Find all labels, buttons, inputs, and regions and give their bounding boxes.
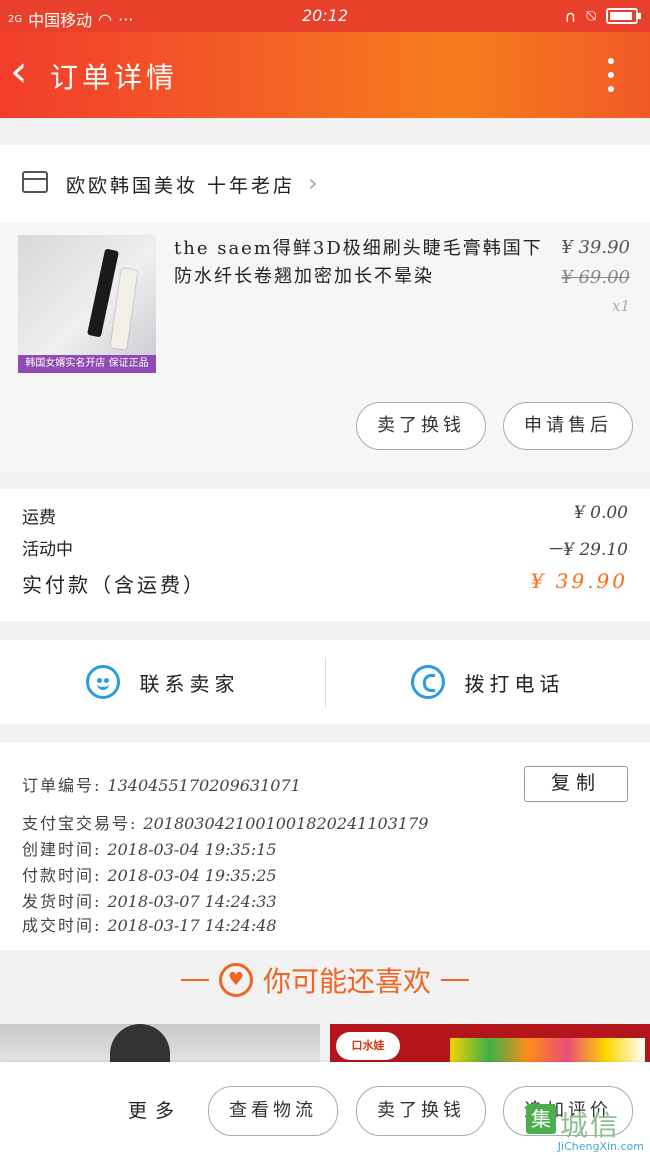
order-info: 订单编号: 1340455170209631071 复制 支付宝交易号: 20180… (0, 742, 650, 950)
heart-icon: ♥ (218, 963, 253, 997)
product-price: ¥ 39.90 (561, 237, 630, 258)
phone-icon (410, 665, 445, 699)
product-thumbnail[interactable]: 韩国女婿实名开店 保证正品 (18, 235, 156, 373)
thumbnail-tag: 韩国女婿实名开店 保证正品 (18, 355, 156, 373)
chevron-right-icon: › (308, 169, 318, 197)
promo-label: 活动中 (22, 540, 73, 560)
paid-time: 付款时间: 2018-03-04 19:35:25 (22, 866, 277, 885)
app-header: ‹ 订单详情 (0, 32, 650, 118)
shipping-label: 运费 (22, 508, 56, 528)
store-icon (22, 171, 48, 193)
order-number: 订单编号: 1340455170209631071 (22, 776, 301, 795)
decor-line-left (180, 979, 209, 981)
recommend-title: 你可能还喜欢 (262, 965, 431, 998)
more-button[interactable]: 更多 (128, 1096, 182, 1123)
done-time: 成交时间: 2018-03-17 14:24:48 (22, 916, 277, 935)
contact-seller-button[interactable]: 联系卖家 (0, 640, 325, 724)
chat-smile-icon (85, 665, 120, 699)
recommend-header: ♥ 你可能还喜欢 (0, 950, 650, 1010)
total-value: ¥ 39.90 (530, 569, 628, 593)
order-item[interactable]: 韩国女婿实名开店 保证正品 the saem得鲜3D极细刷头睫毛膏韩国下防水纤长… (0, 223, 650, 471)
sell-again-button[interactable]: 卖了换钱 (356, 1086, 486, 1136)
mute-icon: ⍉ (586, 6, 596, 25)
watermark-text: 城信 (560, 1109, 621, 1142)
original-price: ¥ 69.00 (561, 267, 630, 288)
contact-bar: 联系卖家 拨打电话 (0, 640, 650, 724)
view-logistics-button[interactable]: 查看物流 (208, 1086, 338, 1136)
shop-row[interactable]: 欧欧韩国美妆 十年老店 › (0, 145, 650, 223)
watermark-logo: 集 (526, 1104, 556, 1134)
alipay-number-value: 2018030421001001820241103179 (143, 814, 429, 833)
page-title: 订单详情 (50, 61, 179, 94)
back-icon[interactable]: ‹ (10, 50, 28, 94)
after-sale-button[interactable]: 申请售后 (503, 402, 633, 450)
shipped-time: 发货时间: 2018-03-07 14:24:33 (22, 892, 277, 911)
headset-icon: ∩ (564, 6, 577, 26)
created-time: 创建时间: 2018-03-04 19:35:15 (22, 840, 277, 859)
mascara-box-image (110, 268, 138, 350)
battery-icon (606, 8, 641, 24)
shop-name: 欧欧韩国美妆 十年老店 (66, 175, 296, 197)
quantity: x1 (611, 297, 630, 315)
status-bar: 2G 中国移动 ◠ ··· 20:12 ∩ ⍉ (0, 0, 650, 32)
more-menu-icon[interactable] (608, 58, 614, 92)
contact-seller-label: 联系卖家 (139, 671, 240, 696)
shipping-value: ¥ 0.00 (573, 503, 628, 523)
watermark-url: JiChengXin.com (557, 1140, 644, 1153)
fee-summary: 运费 ¥ 0.00 活动中 －¥ 29.10 实付款（含运费） ¥ 39.90 (0, 489, 650, 621)
promo-value: －¥ 29.10 (546, 540, 628, 560)
call-button[interactable]: 拨打电话 (325, 640, 650, 724)
order-number-value: 1340455170209631071 (107, 776, 301, 795)
total-label: 实付款（含运费） (22, 573, 206, 597)
watermark: 集 城信 JiChengXin.com (526, 1104, 644, 1153)
copy-button[interactable]: 复制 (524, 766, 628, 802)
sell-button[interactable]: 卖了换钱 (356, 402, 486, 450)
call-label: 拨打电话 (464, 671, 565, 696)
alipay-number: 支付宝交易号: 2018030421001001820241103179 (22, 814, 429, 833)
brand-logo: 口水娃 (336, 1032, 400, 1060)
clock: 20:12 (301, 6, 349, 25)
decor-line-right (441, 979, 469, 981)
product-name[interactable]: the saem得鲜3D极细刷头睫毛膏韩国下防水纤长卷翘加密加长不晕染 (174, 235, 556, 291)
